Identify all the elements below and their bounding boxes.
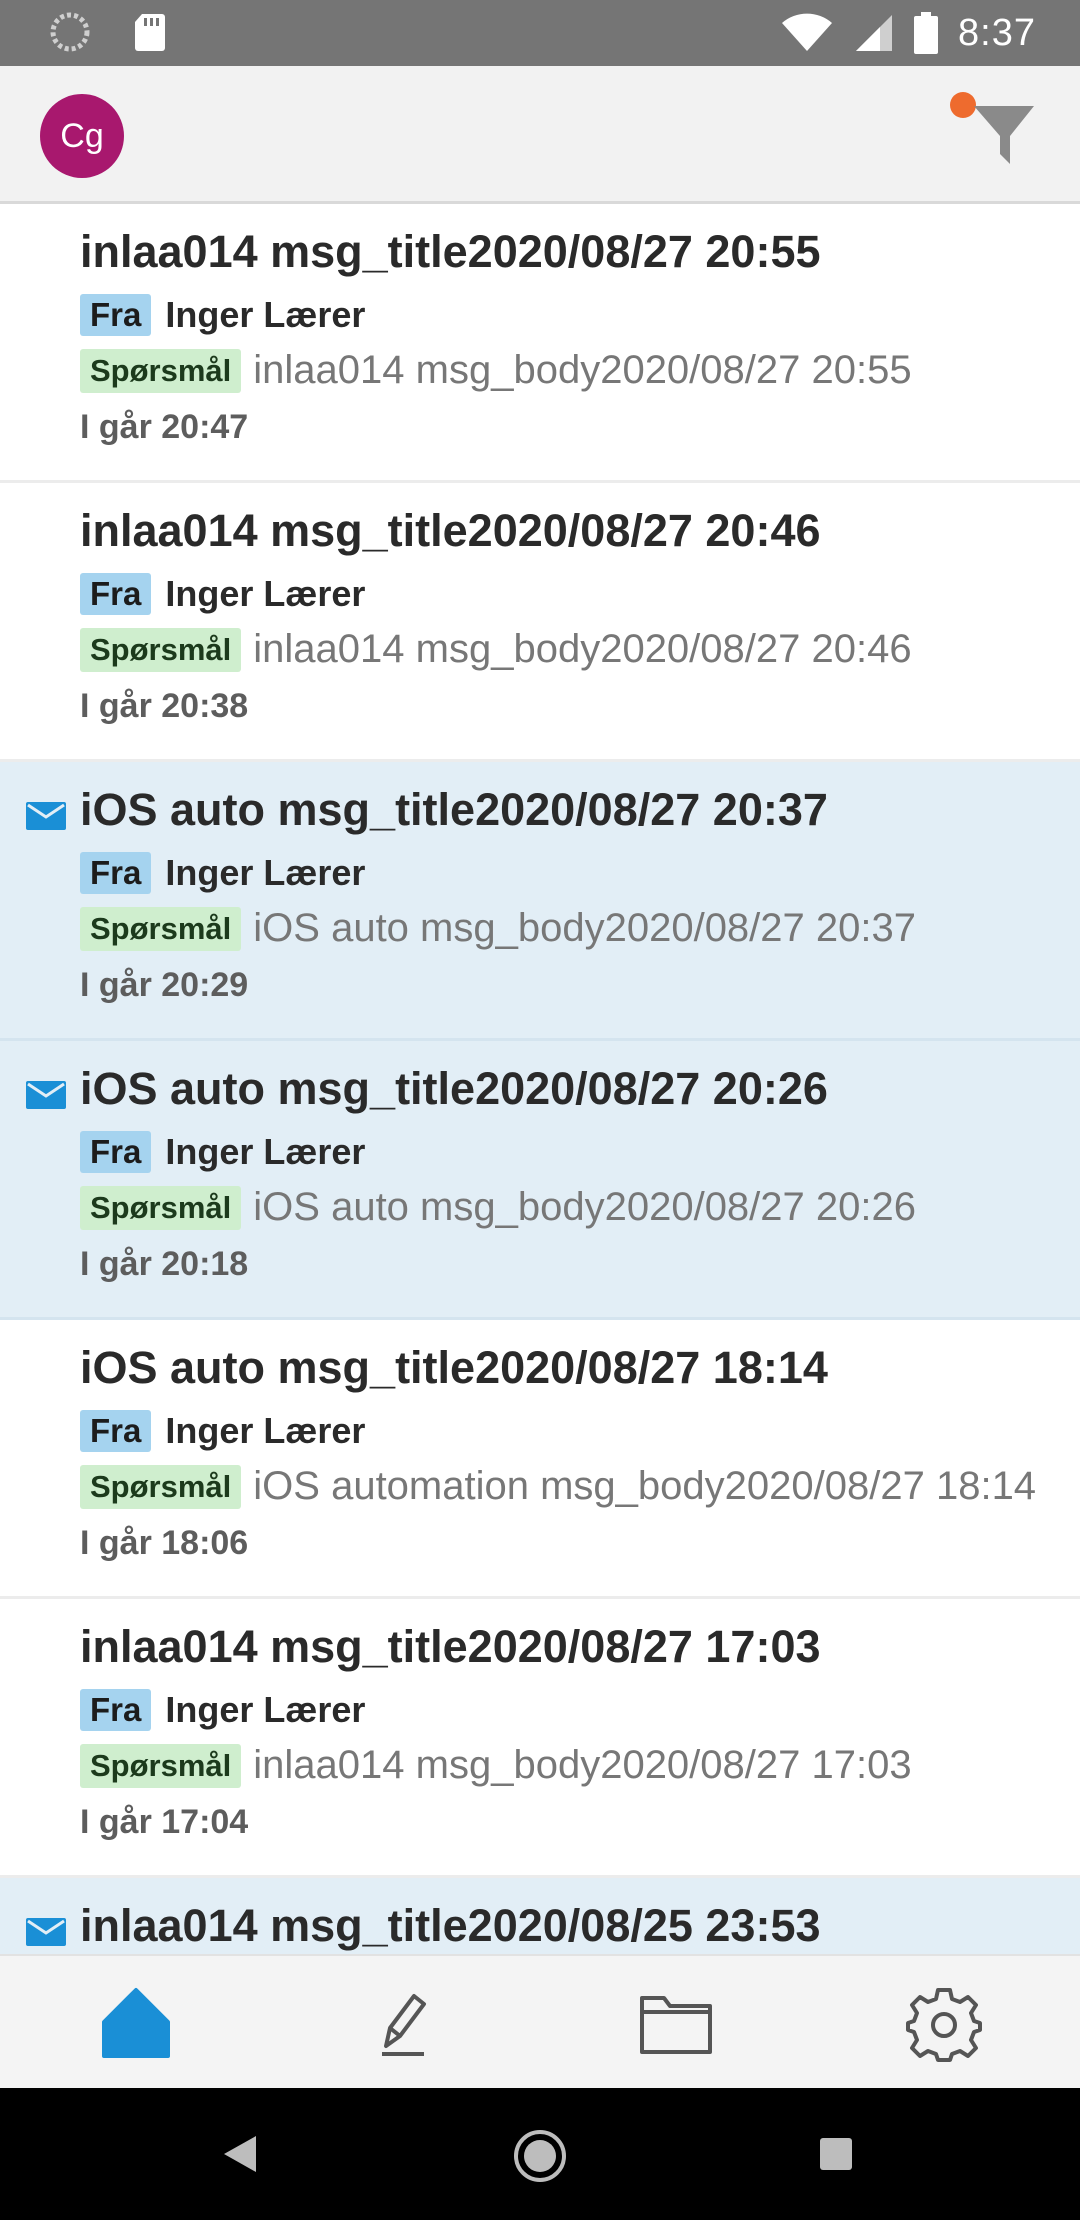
preview-row: Spørsmål inlaa014 msg_body2020/08/27 20:… — [80, 348, 1055, 393]
message-preview: inlaa014 msg_body2020/08/27 20:46 — [253, 627, 912, 671]
sd-card-icon — [135, 14, 165, 51]
from-tag: Fra — [80, 1689, 152, 1731]
category-tag: Spørsmål — [80, 348, 242, 393]
message-title: inlaa014 msg_title2020/08/27 17:03 — [80, 1621, 821, 1672]
preview-row: Spørsmål iOS auto msg_body2020/08/27 20:… — [80, 1185, 1055, 1230]
message-title: iOS auto msg_title2020/08/27 20:26 — [80, 1063, 828, 1114]
back-icon[interactable] — [222, 2134, 258, 2174]
category-tag: Spørsmål — [80, 906, 242, 951]
message-row[interactable]: inlaa014 msg_title2020/08/27 20:55 Fra I… — [0, 204, 1080, 483]
bottom-navigation — [0, 1954, 1080, 2088]
message-preview: inlaa014 msg_body2020/08/27 20:55 — [253, 348, 912, 392]
sender-row: Fra Inger Lærer — [80, 852, 365, 894]
sender-name: Inger Lærer — [165, 1131, 366, 1172]
message-preview: iOS auto msg_body2020/08/27 20:37 — [253, 906, 916, 950]
message-preview: iOS auto msg_body2020/08/27 20:26 — [253, 1185, 916, 1229]
system-navigation-bar — [0, 2088, 1080, 2220]
from-tag: Fra — [80, 294, 152, 336]
folder-icon — [640, 1996, 712, 2054]
sender-name: Inger Lærer — [165, 1410, 366, 1451]
message-preview: iOS automation msg_body2020/08/27 18:14 — [253, 1464, 1037, 1508]
nav-home-button[interactable] — [96, 1984, 176, 2064]
from-tag: Fra — [80, 1410, 152, 1452]
sender-name: Inger Lærer — [165, 573, 366, 614]
message-time: I går 20:47 — [80, 408, 249, 446]
home-circle-icon[interactable] — [512, 2128, 568, 2184]
preview-row: Spørsmål inlaa014 msg_body2020/08/27 17:… — [80, 1743, 1055, 1788]
avatar[interactable]: Cg — [40, 94, 124, 178]
preview-row: Spørsmål inlaa014 msg_body2020/08/27 20:… — [80, 627, 1055, 672]
sender-row: Fra Inger Lærer — [80, 294, 365, 336]
sender-row: Fra Inger Lærer — [80, 1689, 365, 1731]
sender-name: Inger Lærer — [165, 1689, 366, 1730]
category-tag: Spørsmål — [80, 1743, 242, 1788]
message-row[interactable]: inlaa014 msg_title2020/08/25 23:53 Fra I… — [0, 1878, 1080, 1954]
message-title: inlaa014 msg_title2020/08/27 20:46 — [80, 505, 821, 556]
sender-name: Inger Lærer — [165, 294, 366, 335]
from-tag: Fra — [80, 573, 152, 615]
category-tag: Spørsmål — [80, 1464, 242, 1509]
signal-icon — [856, 15, 893, 51]
message-title: iOS auto msg_title2020/08/27 18:14 — [80, 1342, 828, 1393]
message-preview: inlaa014 msg_body2020/08/27 17:03 — [253, 1743, 912, 1787]
unread-mail-icon — [26, 1081, 66, 1109]
sender-row: Fra Inger Lærer — [80, 1410, 365, 1452]
app-header: Cg — [0, 66, 1080, 204]
avatar-initials: Cg — [60, 116, 104, 155]
message-row[interactable]: inlaa014 msg_title2020/08/27 20:46 Fra I… — [0, 483, 1080, 762]
message-list[interactable]: inlaa014 msg_title2020/08/27 20:55 Fra I… — [0, 204, 1080, 1954]
nav-compose-button[interactable] — [364, 1984, 444, 2064]
settings-icon — [906, 1988, 982, 2062]
recents-icon[interactable] — [818, 2136, 854, 2172]
message-title: iOS auto msg_title2020/08/27 20:37 — [80, 784, 828, 835]
from-tag: Fra — [80, 1131, 152, 1173]
sender-row: Fra Inger Lærer — [80, 573, 365, 615]
home-icon — [102, 1988, 170, 2058]
category-tag: Spørsmål — [80, 1185, 242, 1230]
battery-icon — [914, 12, 939, 54]
nav-settings-button[interactable] — [904, 1984, 984, 2064]
category-tag: Spørsmål — [80, 627, 242, 672]
nav-folder-button[interactable] — [636, 1984, 716, 2064]
message-time: I går 18:06 — [80, 1524, 249, 1562]
sync-icon — [50, 12, 90, 52]
message-title: inlaa014 msg_title2020/08/25 23:53 — [80, 1900, 821, 1951]
message-title: inlaa014 msg_title2020/08/27 20:55 — [80, 226, 821, 277]
message-time: I går 20:18 — [80, 1245, 249, 1283]
message-time: I går 20:29 — [80, 966, 249, 1004]
unread-mail-icon — [26, 802, 66, 830]
compose-icon — [382, 1994, 426, 2056]
message-time: I går 17:04 — [80, 1803, 249, 1841]
preview-row: Spørsmål iOS automation msg_body2020/08/… — [80, 1464, 1055, 1509]
sender-name: Inger Lærer — [165, 852, 366, 893]
clock-time: 8:37 — [958, 11, 1036, 54]
preview-row: Spørsmål iOS auto msg_body2020/08/27 20:… — [80, 906, 1055, 951]
wifi-icon — [782, 13, 833, 51]
message-row[interactable]: iOS auto msg_title2020/08/27 18:14 Fra I… — [0, 1320, 1080, 1599]
sender-row: Fra Inger Lærer — [80, 1131, 365, 1173]
unread-mail-icon — [26, 1918, 66, 1946]
filter-icon — [974, 106, 1034, 164]
message-row[interactable]: inlaa014 msg_title2020/08/27 17:03 Fra I… — [0, 1599, 1080, 1878]
message-row[interactable]: iOS auto msg_title2020/08/27 20:26 Fra I… — [0, 1041, 1080, 1320]
status-bar: 8:37 — [0, 0, 1080, 66]
message-row[interactable]: iOS auto msg_title2020/08/27 20:37 Fra I… — [0, 762, 1080, 1041]
message-time: I går 20:38 — [80, 687, 249, 725]
filter-button[interactable] — [950, 92, 1040, 182]
from-tag: Fra — [80, 852, 152, 894]
